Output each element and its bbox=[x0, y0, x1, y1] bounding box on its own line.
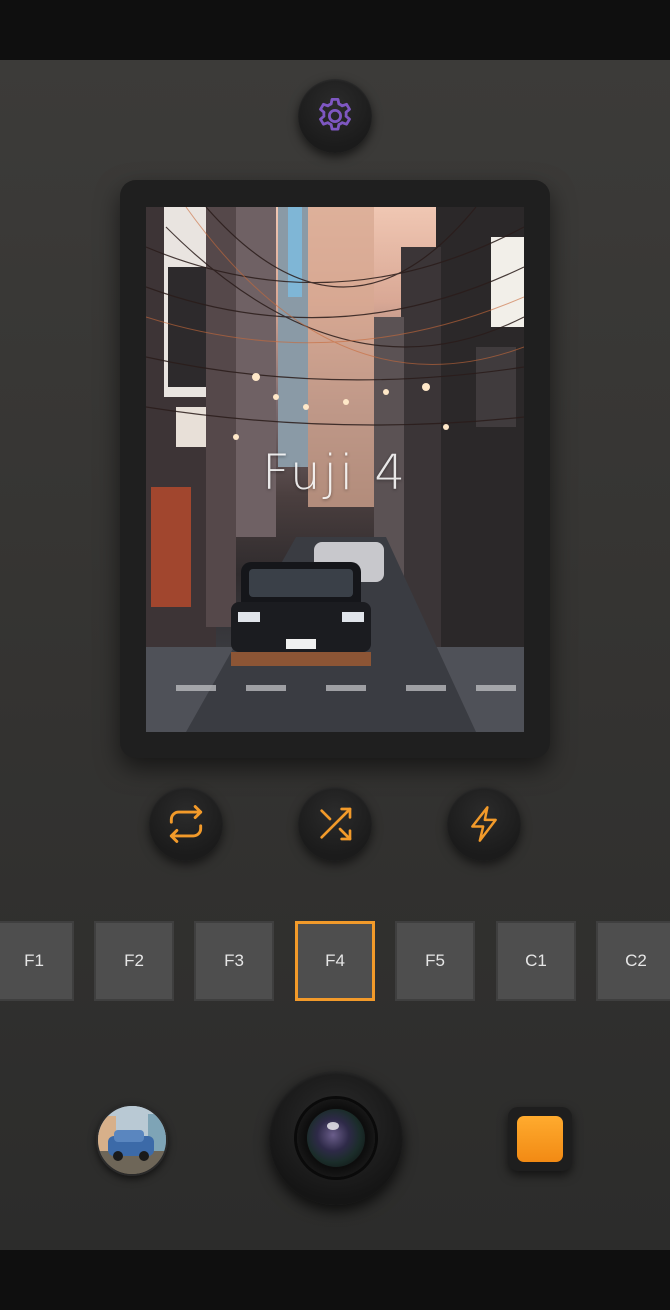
gallery-thumbnail-button[interactable] bbox=[96, 1104, 168, 1176]
filter-chip-label: F1 bbox=[24, 951, 44, 970]
settings-button[interactable] bbox=[298, 79, 372, 153]
filter-chip-f4[interactable]: F4 bbox=[295, 921, 375, 1001]
stop-icon bbox=[517, 1116, 563, 1162]
camera-preview-image[interactable]: Fuji 4 bbox=[146, 207, 524, 732]
filter-strip: F1 F2 F3 F4 F5 C1 C2 bbox=[0, 921, 670, 1003]
repeat-icon bbox=[169, 805, 203, 843]
lens-ring bbox=[297, 1099, 375, 1177]
filter-chip-f5[interactable]: F5 bbox=[395, 921, 475, 1001]
camera-preview-frame: Fuji 4 bbox=[120, 180, 550, 758]
shutter-button[interactable] bbox=[269, 1071, 403, 1205]
flash-icon bbox=[471, 806, 497, 842]
filter-chip-c1[interactable]: C1 bbox=[496, 921, 576, 1001]
gallery-thumbnail-image bbox=[98, 1106, 166, 1174]
filter-chip-label: F2 bbox=[124, 951, 144, 970]
filter-chip-c2[interactable]: C2 bbox=[596, 921, 670, 1001]
shuffle-icon bbox=[320, 807, 352, 841]
filter-chip-f2[interactable]: F2 bbox=[94, 921, 174, 1001]
shuffle-button[interactable] bbox=[298, 787, 372, 861]
filter-chip-label: F3 bbox=[224, 951, 244, 970]
filter-chip-f3[interactable]: F3 bbox=[194, 921, 274, 1001]
filter-name-overlay: Fuji 4 bbox=[262, 445, 408, 501]
repeat-button[interactable] bbox=[149, 787, 223, 861]
lens-glint bbox=[327, 1122, 339, 1130]
camera-lens-icon bbox=[307, 1109, 365, 1167]
filter-chip-f1[interactable]: F1 bbox=[0, 921, 74, 1001]
navigation-bar bbox=[0, 1250, 670, 1310]
flash-button[interactable] bbox=[447, 787, 521, 861]
filter-chip-label: F5 bbox=[425, 951, 445, 970]
gear-icon bbox=[319, 97, 351, 131]
filter-chip-label: F4 bbox=[325, 951, 345, 970]
stop-button[interactable] bbox=[508, 1107, 572, 1171]
camera-screen: Fuji 4 F1 F2 F3 F4 F5 C1 C2 bbox=[0, 60, 670, 1250]
filter-chip-label: C2 bbox=[625, 951, 647, 970]
filter-chip-label: C1 bbox=[525, 951, 547, 970]
status-bar bbox=[0, 0, 670, 60]
